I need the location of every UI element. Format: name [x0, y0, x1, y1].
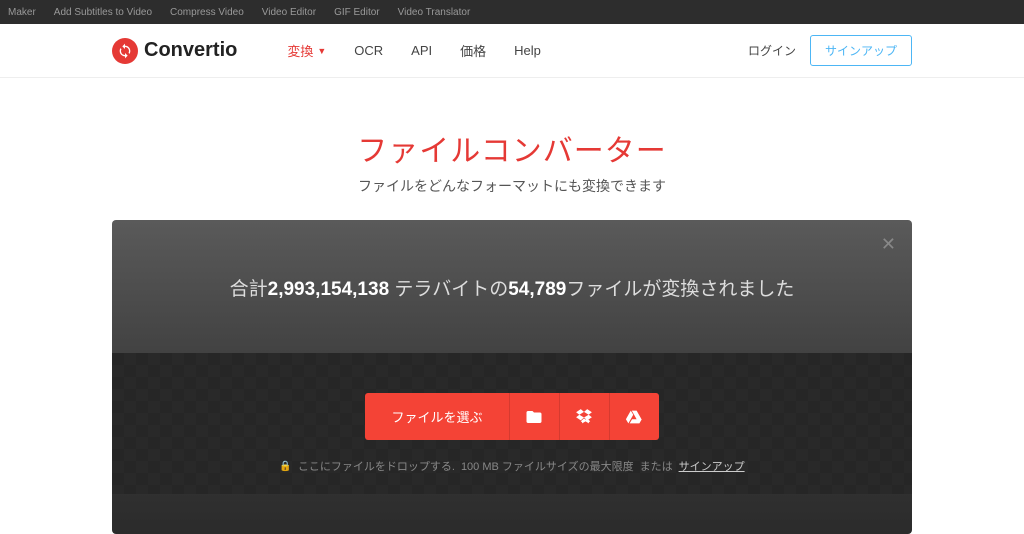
nav-convert[interactable]: 変換 ▼: [287, 41, 326, 60]
drop-hint: 🔒 ここにファイルをドロップする. 100 MB ファイルサイズの最大限度 また…: [132, 458, 892, 474]
choose-files-button[interactable]: ファイルを選ぶ: [365, 393, 508, 440]
hero-title: ファイルコンバーター: [0, 126, 1024, 170]
stats-tb-count: 54,789: [508, 279, 566, 300]
topbar-link-gif-editor[interactable]: GIF Editor: [334, 7, 380, 18]
topbar-link-video-translator[interactable]: Video Translator: [398, 7, 471, 18]
hint-or-text: または: [640, 458, 673, 474]
topbar: Maker Add Subtitles to Video Compress Vi…: [0, 0, 1024, 24]
logo-icon: [112, 38, 138, 64]
dropzone[interactable]: ファイルを選ぶ 🔒 ここにファイルをドロップする. 100 MB ファイルサイズ…: [112, 353, 912, 494]
upload-card: ✕ 合計2,993,154,138 テラバイトの54,789ファイルが変換されま…: [112, 220, 912, 534]
stats-file-count: 2,993,154,138: [268, 279, 390, 300]
hint-limit-text: 100 MB ファイルサイズの最大限度: [461, 458, 634, 474]
hint-signup-link[interactable]: サインアップ: [679, 458, 745, 474]
logo[interactable]: Convertio: [112, 38, 237, 64]
signup-button[interactable]: サインアップ: [810, 35, 912, 66]
stats-line: 合計2,993,154,138 テラバイトの54,789ファイルが変換されました: [112, 220, 912, 353]
brand-name: Convertio: [144, 39, 237, 62]
hero-subtitle: ファイルをどんなフォーマットにも変換できます: [0, 176, 1024, 196]
lock-icon: 🔒: [279, 461, 291, 472]
nav-api[interactable]: API: [411, 43, 432, 58]
file-picker: ファイルを選ぶ: [365, 393, 658, 440]
close-icon[interactable]: ✕: [881, 234, 896, 255]
dropbox-button[interactable]: [559, 393, 609, 440]
nav-convert-label: 変換: [287, 41, 313, 60]
folder-search-icon: [525, 408, 543, 426]
nav-right: ログイン サインアップ: [748, 35, 912, 66]
hero: ファイルコンバーター ファイルをどんなフォーマットにも変換できます: [0, 78, 1024, 196]
topbar-link-maker[interactable]: Maker: [8, 7, 36, 18]
nav-pricing[interactable]: 価格: [460, 41, 486, 60]
login-link[interactable]: ログイン: [748, 42, 796, 59]
stats-suffix: ファイルが変換されました: [566, 279, 794, 300]
chevron-down-icon: ▼: [317, 46, 326, 56]
stats-mid: テラバイトの: [389, 279, 508, 300]
topbar-link-subtitles[interactable]: Add Subtitles to Video: [54, 7, 152, 18]
topbar-link-video-editor[interactable]: Video Editor: [262, 7, 316, 18]
google-drive-icon: [625, 408, 643, 426]
nav-menu: 変換 ▼ OCR API 価格 Help: [287, 41, 541, 60]
dropbox-icon: [575, 408, 593, 426]
stats-prefix: 合計: [230, 279, 268, 300]
hint-drop-text: ここにファイルをドロップする.: [298, 458, 455, 474]
topbar-link-compress[interactable]: Compress Video: [170, 7, 244, 18]
nav-ocr[interactable]: OCR: [354, 43, 383, 58]
nav-help[interactable]: Help: [514, 43, 541, 58]
google-drive-button[interactable]: [609, 393, 659, 440]
browse-folder-button[interactable]: [509, 393, 559, 440]
navbar: Convertio 変換 ▼ OCR API 価格 Help ログイン サインア…: [0, 24, 1024, 78]
